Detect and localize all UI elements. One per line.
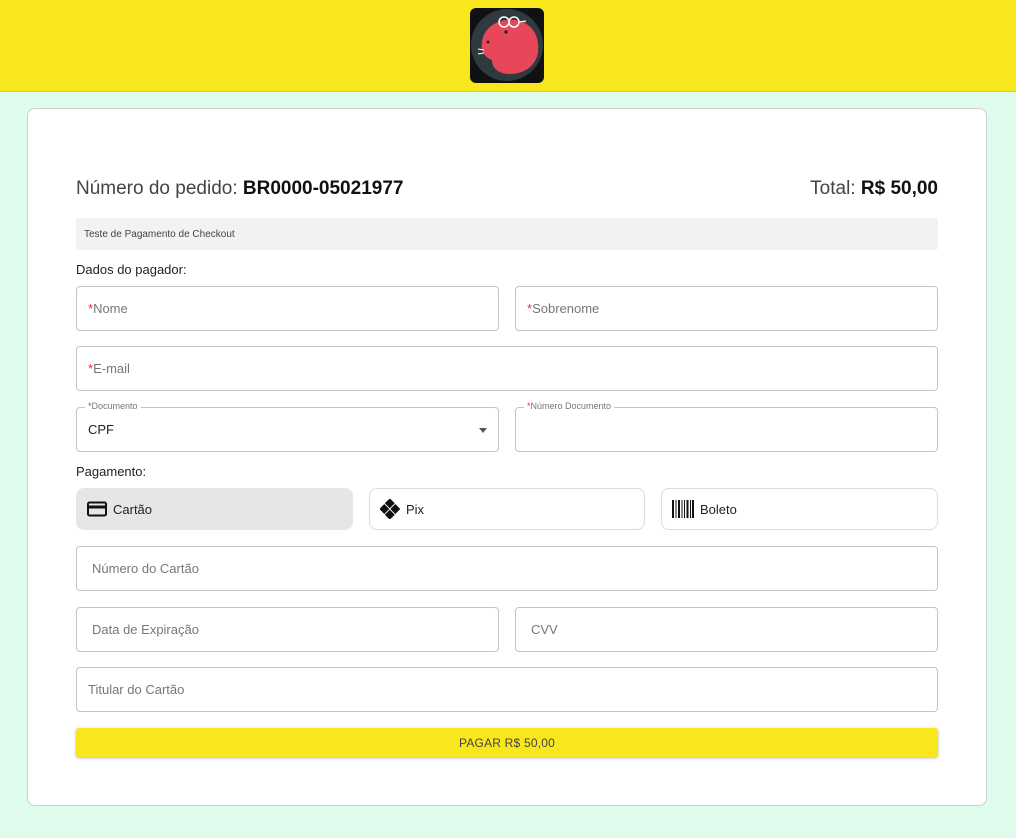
- expiry-date-field[interactable]: Data de Expiração: [76, 607, 499, 652]
- payment-method-card-label: Cartão: [113, 501, 153, 517]
- credit-card-icon: [87, 501, 107, 517]
- order-total: Total: R$ 50,00: [810, 178, 938, 200]
- last-name-placeholder: Sobrenome: [532, 301, 600, 316]
- barcode-icon: [672, 500, 694, 518]
- payment-method-boleto-label: Boleto: [700, 501, 737, 517]
- order-description: Teste de Pagamento de Checkout: [76, 218, 938, 250]
- email-placeholder: E-mail: [93, 361, 130, 376]
- document-type-value: CPF: [88, 422, 114, 437]
- document-number-field[interactable]: *Número Documento: [515, 401, 938, 452]
- document-type-select[interactable]: *Documento CPF: [76, 401, 499, 452]
- order-number-value: BR0000-05021977: [242, 178, 404, 199]
- payment-method-pix-label: Pix: [406, 501, 425, 517]
- document-number-legend: *Número Documento: [524, 401, 615, 411]
- card-holder-placeholder: Titular do Cartão: [88, 682, 185, 697]
- email-field[interactable]: * E-mail: [76, 346, 938, 391]
- expiry-date-placeholder: Data de Expiração: [92, 622, 199, 637]
- payment-section-label: Pagamento:: [76, 464, 147, 479]
- order-total-label: Total:: [810, 178, 856, 199]
- last-name-field[interactable]: * Sobrenome: [515, 286, 938, 331]
- card-holder-field[interactable]: Titular do Cartão: [76, 667, 938, 712]
- cvv-placeholder: CVV: [531, 622, 558, 637]
- pay-button[interactable]: PAGAR R$ 50,00: [76, 728, 938, 757]
- card-number-field[interactable]: Número do Cartão: [76, 546, 938, 591]
- dropdown-caret-icon: [479, 428, 487, 433]
- first-name-field[interactable]: * Nome: [76, 286, 499, 331]
- document-legend: *Documento: [85, 401, 141, 411]
- payment-method-pix[interactable]: Pix: [369, 488, 645, 530]
- order-total-value: R$ 50,00: [860, 178, 938, 199]
- card-number-placeholder: Número do Cartão: [92, 561, 199, 576]
- cvv-field[interactable]: CVV: [515, 607, 938, 652]
- payment-method-card[interactable]: Cartão: [76, 488, 353, 530]
- payer-section-label: Dados do pagador:: [76, 262, 187, 277]
- order-summary: Número do pedido: BR0000-05021977 Total:…: [76, 176, 938, 202]
- pix-icon: [380, 499, 400, 519]
- order-number: Número do pedido: BR0000-05021977: [76, 178, 403, 200]
- header: [0, 0, 1016, 92]
- first-name-placeholder: Nome: [93, 301, 128, 316]
- capybara-logo-icon: [470, 8, 544, 83]
- order-number-label: Número do pedido:: [76, 178, 238, 199]
- payment-method-boleto[interactable]: Boleto: [661, 488, 938, 530]
